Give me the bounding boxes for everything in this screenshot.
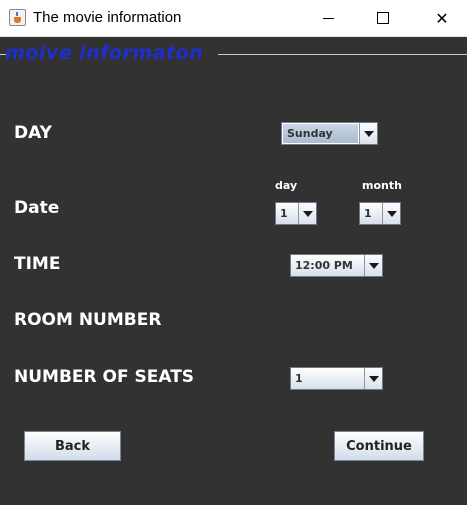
maximize-button[interactable] <box>360 0 406 36</box>
day-label: DAY <box>14 123 52 143</box>
day-select[interactable]: Sunday <box>281 122 378 145</box>
chevron-down-icon[interactable] <box>364 368 382 389</box>
title-bar: The movie information ✕ <box>0 0 467 37</box>
date-month-label: month <box>362 179 402 192</box>
date-day-value: 1 <box>280 207 288 220</box>
chevron-down-icon[interactable] <box>298 203 316 224</box>
back-button[interactable]: Back <box>24 431 121 461</box>
chevron-down-icon[interactable] <box>382 203 400 224</box>
panel-legend: moive informaton <box>5 42 204 64</box>
minimize-icon <box>322 17 334 19</box>
minimize-button[interactable] <box>305 0 351 36</box>
time-label: TIME <box>14 254 61 274</box>
window-title: The movie information <box>33 9 182 26</box>
room-number-label: ROOM NUMBER <box>14 310 162 330</box>
date-month-select[interactable]: 1 <box>359 202 401 225</box>
day-select-value: Sunday <box>282 123 359 144</box>
date-month-value: 1 <box>364 207 372 220</box>
panel-border-right <box>218 54 467 55</box>
seats-select[interactable]: 1 <box>290 367 383 390</box>
time-select[interactable]: 12:00 PM <box>290 254 383 277</box>
date-day-label: day <box>275 179 298 192</box>
date-label: Date <box>14 198 60 218</box>
number-of-seats-label: NUMBER OF SEATS <box>14 367 195 387</box>
seats-select-value: 1 <box>295 372 303 385</box>
close-icon: ✕ <box>435 8 449 28</box>
continue-button[interactable]: Continue <box>334 431 424 461</box>
close-button[interactable]: ✕ <box>419 0 465 36</box>
time-select-value: 12:00 PM <box>295 259 353 272</box>
chevron-down-icon[interactable] <box>359 123 377 144</box>
chevron-down-icon[interactable] <box>364 255 382 276</box>
date-day-select[interactable]: 1 <box>275 202 317 225</box>
java-cup-icon <box>9 9 26 26</box>
maximize-icon <box>377 12 389 24</box>
